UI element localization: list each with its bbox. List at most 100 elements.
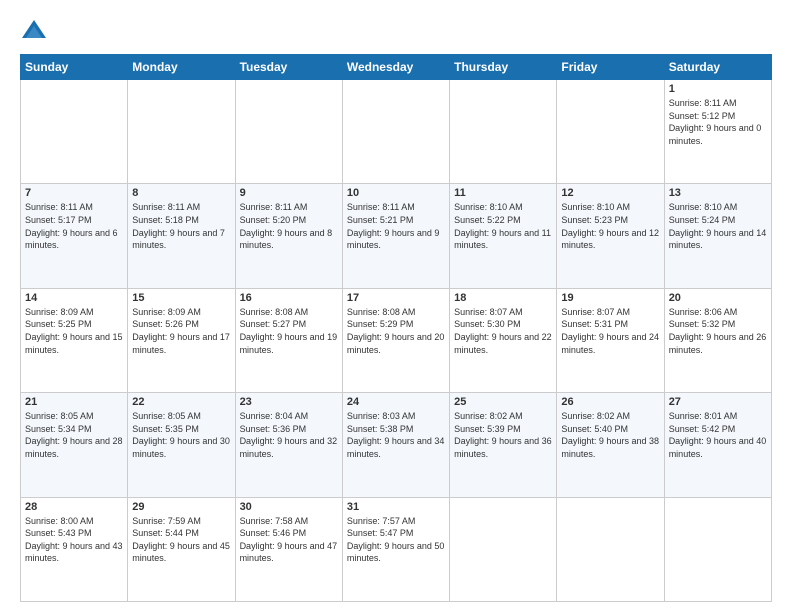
calendar-header-row: SundayMondayTuesdayWednesdayThursdayFrid… bbox=[21, 55, 772, 80]
sunrise: Sunrise: 8:02 AM bbox=[454, 411, 523, 421]
day-info: Sunrise: 7:58 AMSunset: 5:46 PMDaylight:… bbox=[240, 515, 338, 565]
sunrise: Sunrise: 8:00 AM bbox=[25, 516, 94, 526]
daylight: Daylight: 9 hours and 43 minutes. bbox=[25, 541, 123, 564]
calendar-day-cell: 31Sunrise: 7:57 AMSunset: 5:47 PMDayligh… bbox=[342, 497, 449, 601]
day-info: Sunrise: 8:05 AM Sunset: 5:35 PM Daylight:… bbox=[132, 410, 230, 460]
daylight: Daylight: 9 hours and 30 minutes. bbox=[132, 436, 230, 459]
calendar-day-cell: 20 Sunrise: 8:06 AMSunset: 5:32 PMDayligh… bbox=[664, 288, 771, 392]
sunrise: Sunrise: 8:09 AM bbox=[25, 307, 94, 317]
daylight: Daylight: 9 hours and 32 minutes. bbox=[240, 436, 338, 459]
day-number: 23 bbox=[240, 396, 338, 408]
daylight: Daylight: 9 hours and 40 minutes. bbox=[669, 436, 767, 459]
day-info: Sunrise: 8:03 AMSunset: 5:38 PMDaylight:… bbox=[347, 410, 445, 460]
daylight: Daylight: 9 hours and 6 minutes. bbox=[25, 228, 118, 251]
calendar-day-cell: 19Sunrise: 8:07 AMSunset: 5:31 PMDayligh… bbox=[557, 288, 664, 392]
sunrise: Sunrise: 7:59 AM bbox=[132, 516, 201, 526]
sunrise: Sunrise: 7:58 AM bbox=[240, 516, 309, 526]
calendar-day-cell: 17 Sunrise: 8:08 AMSunset: 5:29 PMDayligh… bbox=[342, 288, 449, 392]
calendar-day-cell: 28Sunrise: 8:00 AMSunset: 5:43 PMDayligh… bbox=[21, 497, 128, 601]
sunset: Sunset: 5:35 PM bbox=[132, 424, 199, 434]
logo-icon bbox=[20, 18, 48, 46]
logo bbox=[20, 18, 52, 46]
header bbox=[20, 18, 772, 46]
daylight: Daylight: 9 hours and 9 minutes. bbox=[347, 228, 440, 251]
daylight: Daylight: 9 hours and 20 minutes. bbox=[347, 332, 445, 355]
sunrise: Sunrise: 8:04 AM bbox=[240, 411, 309, 421]
sunset: Sunset: 5:44 PM bbox=[132, 528, 199, 538]
sunrise: Sunrise: 8:11 AM bbox=[240, 202, 308, 212]
sunset: Sunset: 5:24 PM bbox=[669, 215, 736, 225]
sunrise: Sunrise: 8:07 AM bbox=[454, 307, 523, 317]
page: SundayMondayTuesdayWednesdayThursdayFrid… bbox=[0, 0, 792, 612]
sunrise: Sunrise: 8:08 AM bbox=[347, 307, 416, 317]
header-day: Wednesday bbox=[342, 55, 449, 80]
calendar-day-cell: 8Sunrise: 8:11 AMSunset: 5:18 PMDaylight… bbox=[128, 184, 235, 288]
sunset: Sunset: 5:26 PM bbox=[132, 319, 199, 329]
day-info: Sunrise: 8:06 AMSunset: 5:32 PMDaylight:… bbox=[669, 306, 767, 356]
daylight: Daylight: 9 hours and 8 minutes. bbox=[240, 228, 333, 251]
calendar-day-cell: 23 Sunrise: 8:04 AM Sunset: 5:36 PM Dayligh… bbox=[235, 393, 342, 497]
sunset: Sunset: 5:42 PM bbox=[669, 424, 736, 434]
calendar-day-cell: 11Sunrise: 8:10 AMSunset: 5:22 PMDayligh… bbox=[450, 184, 557, 288]
calendar-day-cell: 14Sunrise: 8:09 AMSunset: 5:25 PMDayligh… bbox=[21, 288, 128, 392]
calendar-day-cell: 13 Sunrise: 8:10 AM Sunset: 5:24 PM Dayligh… bbox=[664, 184, 771, 288]
sunset: Sunset: 5:38 PM bbox=[347, 424, 414, 434]
calendar-day-cell bbox=[664, 497, 771, 601]
calendar-week-row: 7 Sunrise: 8:11 AM Sunset: 5:17 PM Daylight… bbox=[21, 184, 772, 288]
day-info: Sunrise: 8:07 AMSunset: 5:31 PMDaylight:… bbox=[561, 306, 659, 356]
calendar-day-cell bbox=[342, 80, 449, 184]
daylight: Daylight: 9 hours and 47 minutes. bbox=[240, 541, 338, 564]
sunrise: Sunrise: 8:11 AM bbox=[132, 202, 200, 212]
day-number: 13 bbox=[669, 187, 767, 199]
sunset: Sunset: 5:25 PM bbox=[25, 319, 92, 329]
daylight: Daylight: 9 hours and 26 minutes. bbox=[669, 332, 767, 355]
daylight: Daylight: 9 hours and 28 minutes. bbox=[25, 436, 123, 459]
daylight: Daylight: 9 hours and 24 minutes. bbox=[561, 332, 659, 355]
day-number: 15 bbox=[132, 292, 230, 304]
day-number: 27 bbox=[669, 396, 767, 408]
calendar-week-row: 28Sunrise: 8:00 AMSunset: 5:43 PMDayligh… bbox=[21, 497, 772, 601]
day-info: Sunrise: 7:59 AMSunset: 5:44 PMDaylight:… bbox=[132, 515, 230, 565]
calendar-week-row: 1Sunrise: 8:11 AMSunset: 5:12 PMDaylight… bbox=[21, 80, 772, 184]
day-info: Sunrise: 8:02 AMSunset: 5:40 PMDaylight:… bbox=[561, 410, 659, 460]
sunset: Sunset: 5:36 PM bbox=[240, 424, 307, 434]
calendar-day-cell bbox=[235, 80, 342, 184]
day-number: 30 bbox=[240, 501, 338, 513]
calendar-day-cell: 30 Sunrise: 7:58 AMSunset: 5:46 PMDayligh… bbox=[235, 497, 342, 601]
day-number: 12 bbox=[561, 187, 659, 199]
day-number: 1 bbox=[669, 83, 767, 95]
day-info: Sunrise: 8:08 AMSunset: 5:29 PMDaylight:… bbox=[347, 306, 445, 356]
sunrise: Sunrise: 8:10 AM bbox=[669, 202, 738, 212]
day-number: 24 bbox=[347, 396, 445, 408]
sunset: Sunset: 5:30 PM bbox=[454, 319, 521, 329]
calendar-day-cell: 24 Sunrise: 8:03 AMSunset: 5:38 PMDayligh… bbox=[342, 393, 449, 497]
daylight: Daylight: 9 hours and 19 minutes. bbox=[240, 332, 338, 355]
sunrise: Sunrise: 8:01 AM bbox=[669, 411, 738, 421]
sunrise: Sunrise: 8:02 AM bbox=[561, 411, 630, 421]
sunrise: Sunrise: 8:05 AM bbox=[132, 411, 201, 421]
calendar-day-cell: 18Sunrise: 8:07 AMSunset: 5:30 PMDayligh… bbox=[450, 288, 557, 392]
header-day: Thursday bbox=[450, 55, 557, 80]
calendar-day-cell: 29Sunrise: 7:59 AMSunset: 5:44 PMDayligh… bbox=[128, 497, 235, 601]
day-number: 20 bbox=[669, 292, 767, 304]
sunset: Sunset: 5:17 PM bbox=[25, 215, 92, 225]
sunrise: Sunrise: 7:57 AM bbox=[347, 516, 416, 526]
day-number: 22 bbox=[132, 396, 230, 408]
calendar-day-cell: 7Sunrise: 8:11 AMSunset: 5:17 PMDaylight… bbox=[21, 184, 128, 288]
day-number: 26 bbox=[561, 396, 659, 408]
sunset: Sunset: 5:34 PM bbox=[25, 424, 92, 434]
daylight: Daylight: 9 hours and 38 minutes. bbox=[561, 436, 659, 459]
day-number: 29 bbox=[132, 501, 230, 513]
day-number: 17 bbox=[347, 292, 445, 304]
day-info: Sunrise: 8:09 AMSunset: 5:25 PMDaylight:… bbox=[25, 306, 123, 356]
calendar-day-cell bbox=[450, 497, 557, 601]
calendar-week-row: 14Sunrise: 8:09 AMSunset: 5:25 PMDayligh… bbox=[21, 288, 772, 392]
calendar-day-cell bbox=[557, 497, 664, 601]
sunset: Sunset: 5:20 PM bbox=[240, 215, 307, 225]
calendar-day-cell bbox=[128, 80, 235, 184]
day-number: 7 bbox=[25, 187, 123, 199]
calendar-day-cell: 22 Sunrise: 8:05 AM Sunset: 5:35 PM Dayligh… bbox=[128, 393, 235, 497]
header-day: Tuesday bbox=[235, 55, 342, 80]
daylight: Daylight: 9 hours and 14 minutes. bbox=[669, 228, 767, 251]
sunrise: Sunrise: 8:09 AM bbox=[132, 307, 201, 317]
